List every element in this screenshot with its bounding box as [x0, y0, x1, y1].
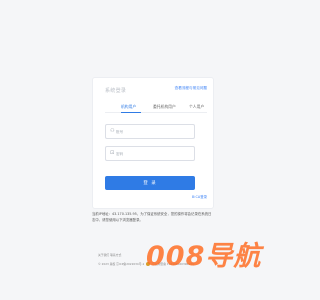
footer-links[interactable]: 关于我们 联系方式 — [98, 253, 121, 257]
tab-delegated-user[interactable]: 委托机构用户 — [153, 104, 176, 110]
lock-icon: ⊡ — [110, 150, 115, 156]
password-field: ⊡ — [105, 146, 195, 161]
ip-notice: 当前IP地址：43.170.135.95，为了保证系统安全，您的操作将会记录在系… — [92, 212, 212, 222]
help-link[interactable]: 查看流程与常见问题 — [175, 86, 207, 91]
login-card: 系统登录 查看流程与常见问题 机构用户 委托机构用户 个人用户 ⚇ ⊡ 登 录 … — [92, 77, 214, 209]
tab-personal-user[interactable]: 个人用户 — [189, 104, 204, 110]
user-icon: ⚇ — [110, 128, 115, 134]
certificate-icon: ⊞ — [191, 195, 195, 199]
ca-login-link[interactable]: ⊞CA登录 — [192, 194, 207, 199]
footer-copyright: © 2023 版权 京ICP备2022034号-1 — [98, 262, 145, 266]
login-title: 系统登录 — [105, 88, 127, 94]
ca-login-label: CA登录 — [195, 195, 207, 199]
active-tab-indicator — [121, 112, 141, 113]
username-input[interactable] — [116, 127, 190, 136]
login-button[interactable]: 登 录 — [105, 176, 195, 190]
username-field: ⚇ — [105, 124, 195, 139]
tab-institution-user[interactable]: 机构用户 — [121, 104, 136, 110]
password-input[interactable] — [116, 149, 190, 158]
watermark-logo: 008导航 — [146, 241, 262, 272]
